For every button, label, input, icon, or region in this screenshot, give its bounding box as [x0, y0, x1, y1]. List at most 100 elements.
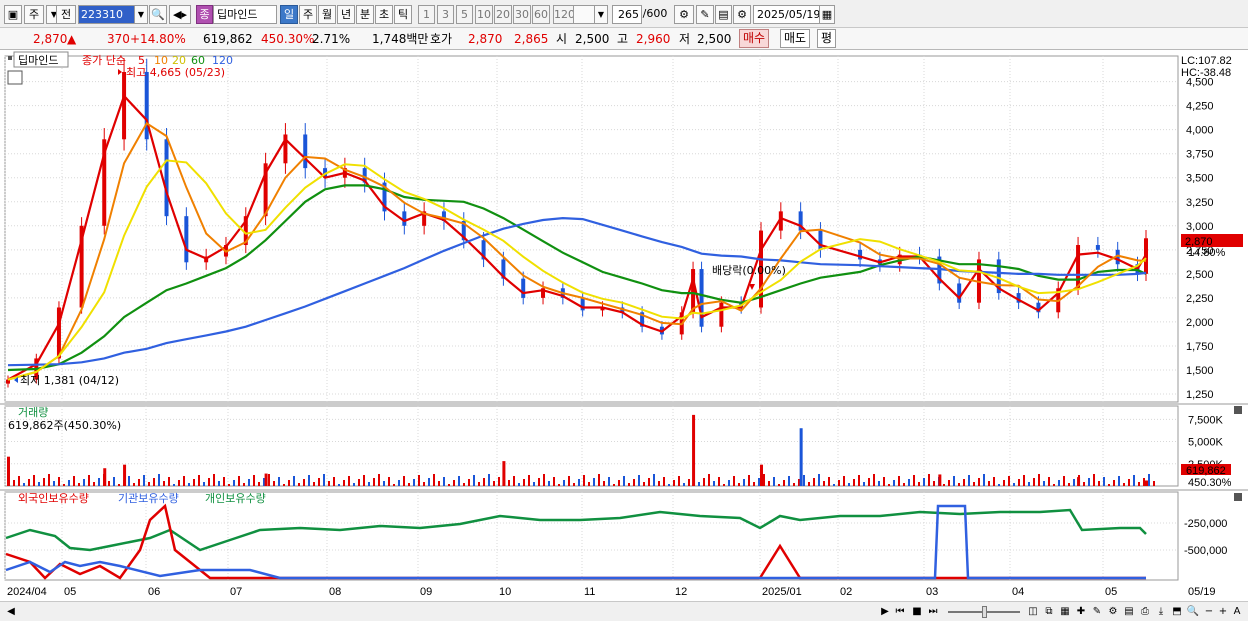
draw-tool-icon[interactable]: ✎	[696, 5, 714, 24]
prev-stock-button[interactable]: 전	[56, 5, 76, 24]
volume-bar	[823, 481, 825, 486]
interval-tab[interactable]: 3	[437, 5, 454, 24]
calendar-icon[interactable]: ▦	[819, 5, 835, 24]
volume-bar	[568, 476, 570, 486]
volume-bar	[1077, 477, 1081, 486]
quote-bar: 2,870 ▲ 370 +14.80% 619,862 450.30% 2.71…	[0, 28, 1248, 50]
volume-bar	[628, 483, 630, 486]
period-tab[interactable]: 틱	[394, 5, 412, 24]
volume-bar	[873, 474, 875, 486]
export-icon[interactable]: ⤓	[1154, 604, 1168, 619]
chart-scrollbar[interactable]: ◀ ▶ ⏮ ■ ⏭ ◫ ⧉ ▦ ✚ ✎ ⚙ ▤ ⎙ ⤓ ⬒ 🔍 − + A	[0, 601, 1248, 621]
period-tab[interactable]: 일	[280, 5, 298, 24]
font-size-icon[interactable]: A	[1230, 604, 1244, 619]
sell-button[interactable]: 매도	[780, 29, 811, 48]
evaluate-button[interactable]: 평	[817, 29, 837, 48]
volume-bar	[758, 478, 760, 486]
volume-bar	[548, 481, 550, 486]
x-axis-label: 10	[499, 586, 511, 598]
view-mode-icon[interactable]: ◫	[1026, 604, 1040, 619]
holdings-close-icon[interactable]	[1234, 493, 1242, 501]
rewind-icon[interactable]: ⏮	[893, 604, 907, 619]
x-axis-label: 2024/04	[7, 586, 47, 598]
crosshair-icon[interactable]: ✚	[1074, 604, 1088, 619]
settings-icon[interactable]: ⚙	[1106, 604, 1120, 619]
interval-tab[interactable]: 1	[418, 5, 435, 24]
scroll-left-icon[interactable]: ◀	[4, 604, 18, 619]
calculator-icon[interactable]	[7, 70, 23, 85]
volume-bar	[913, 475, 915, 486]
zoom-slider-handle[interactable]	[982, 606, 987, 618]
interval-dropdown-icon[interactable]: ▼	[594, 5, 608, 24]
volume-bar	[453, 480, 455, 486]
period-tab[interactable]: 월	[318, 5, 336, 24]
price-panel-title: 딥마인드	[18, 54, 58, 67]
interval-tab[interactable]: 60	[532, 5, 550, 24]
volume-bar	[908, 479, 910, 486]
price-tick-label: 2,250	[1186, 293, 1214, 305]
volume-bar	[398, 480, 400, 486]
bid-price: 2,865	[514, 32, 549, 46]
interval-tab[interactable]: 10	[475, 5, 493, 24]
buy-button[interactable]: 매수	[739, 29, 770, 48]
volume-bar	[543, 474, 545, 486]
period-tab[interactable]: 분	[356, 5, 374, 24]
tools-icon[interactable]: ✎	[1090, 604, 1104, 619]
volume-bar	[502, 461, 506, 486]
open-price: 2,500	[575, 32, 610, 46]
panel-toggle-icon[interactable]	[8, 56, 12, 60]
volume-bar	[728, 480, 730, 486]
print-icon[interactable]: ⎙	[1138, 604, 1152, 619]
save-icon[interactable]: ▤	[715, 5, 732, 24]
interval-tab[interactable]: 5	[456, 5, 473, 24]
zoom-fit-icon[interactable]: +	[1216, 604, 1230, 619]
bookmark-icon[interactable]: ⬒	[1170, 604, 1184, 619]
low-note: 최저 1,381 (04/12)	[20, 374, 119, 387]
volume-tick-label: 7,500K	[1188, 414, 1224, 426]
zoom-out-icon[interactable]: −	[1202, 604, 1216, 619]
foreign-holdings-legend: 외국인보유수량	[18, 492, 89, 505]
volume-bar	[88, 475, 90, 486]
interval-tab[interactable]: 20	[494, 5, 512, 24]
volume-value: 619,862	[203, 32, 253, 46]
volume-bar	[313, 482, 315, 486]
period-tab[interactable]: 초	[375, 5, 393, 24]
stop-icon[interactable]: ■	[910, 604, 924, 619]
settings-chart-icon[interactable]: ⚙	[674, 5, 694, 24]
volume-bar	[673, 480, 675, 486]
volume-bar	[103, 468, 107, 486]
layout-icon[interactable]: ▦	[1058, 604, 1072, 619]
volume-bar	[253, 475, 255, 486]
volume-bar	[608, 477, 610, 486]
volume-bar	[333, 477, 335, 486]
grid-icon[interactable]: ▤	[1122, 604, 1136, 619]
period-tab[interactable]: 년	[337, 5, 355, 24]
stock-code-input[interactable]: 223310	[78, 5, 136, 24]
volume-bar	[128, 476, 130, 486]
volume-bar	[588, 482, 590, 486]
interval-tab[interactable]: 120	[553, 5, 574, 24]
code-dropdown-icon[interactable]: ▼	[134, 5, 148, 24]
chart-area[interactable]: 4,500 4,250 4,000 3,750 3,500 3,250 3,000 2,750…	[0, 50, 1248, 621]
stock-chart[interactable]: 4,5004,2504,0003,7503,5003,2503,0002,750…	[0, 50, 1248, 601]
count-input[interactable]: 265	[612, 5, 642, 24]
fast-forward-icon[interactable]: ⏭	[926, 604, 940, 619]
scroll-right-icon[interactable]: ▶	[878, 604, 892, 619]
volume-bar	[968, 475, 970, 486]
zoom-search-icon[interactable]: 🔍	[1186, 604, 1200, 619]
market-select[interactable]: 주	[24, 5, 44, 24]
gear-icon[interactable]: ⚙	[733, 5, 751, 24]
volume-close-icon[interactable]	[1234, 406, 1242, 414]
volume-bar	[573, 483, 575, 486]
speaker-icon[interactable]: ◀▸	[169, 5, 191, 24]
window-menu-icon[interactable]: ▣	[4, 5, 22, 24]
search-icon[interactable]: 🔍	[149, 5, 167, 24]
date-input[interactable]: 2025/05/19	[753, 5, 821, 24]
volume-bar	[738, 483, 740, 486]
volume-bar	[273, 481, 275, 486]
stock-name-field[interactable]: 딥마인드	[213, 5, 277, 24]
interval-tab[interactable]: 30	[513, 5, 531, 24]
volume-bar	[348, 476, 350, 486]
period-tab[interactable]: 주	[299, 5, 317, 24]
copy-icon[interactable]: ⧉	[1042, 604, 1056, 619]
